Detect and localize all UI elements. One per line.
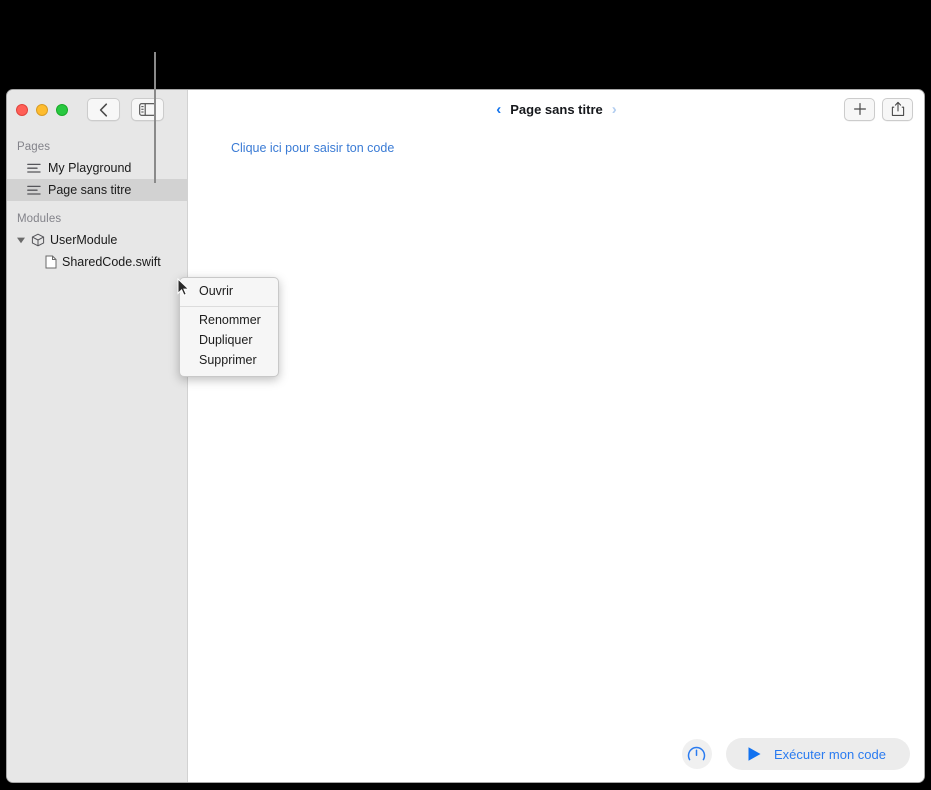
share-button[interactable] <box>882 97 913 121</box>
menu-item-supprimer[interactable]: Supprimer <box>180 351 278 371</box>
toolbar-right-actions <box>844 97 913 121</box>
document-navigator: ‹ Page sans titre › <box>189 102 924 117</box>
main-toolbar: ‹ Page sans titre › <box>189 90 924 129</box>
menu-item-dupliquer[interactable]: Dupliquer <box>180 331 278 351</box>
page-title: Page sans titre <box>510 101 603 117</box>
sidebar-toggle-button[interactable] <box>131 98 164 121</box>
speedometer-button[interactable] <box>681 739 712 769</box>
sidebar-item-label: SharedCode.swift <box>62 255 161 269</box>
menu-item-ouvrir[interactable]: Ouvrir <box>180 282 278 302</box>
speedometer-icon <box>688 746 706 760</box>
play-triangle-icon <box>748 747 761 761</box>
main-content-area: ‹ Page sans titre › Clique ici pour sais… <box>189 90 924 782</box>
cube-icon <box>31 233 45 247</box>
code-placeholder-link[interactable]: Clique ici pour saisir ton code <box>231 141 394 155</box>
sidebar-toolbar <box>7 90 187 129</box>
minimize-button[interactable] <box>36 103 48 116</box>
sidebar-item-sharedcode-swift[interactable]: SharedCode.swift <box>7 251 187 273</box>
bottom-action-bar: Exécuter mon code <box>681 738 910 770</box>
sidebar-item-my-playground[interactable]: My Playground <box>7 157 187 179</box>
sidebar-item-label: UserModule <box>50 233 118 247</box>
run-my-code-button[interactable]: Exécuter mon code <box>725 738 910 770</box>
back-button[interactable] <box>87 98 120 121</box>
add-button[interactable] <box>844 97 875 121</box>
sidebar-item-label: My Playground <box>48 161 132 175</box>
section-header-modules: Modules <box>17 213 62 225</box>
share-icon <box>891 101 904 116</box>
close-button[interactable] <box>16 103 28 116</box>
menu-item-renommer[interactable]: Renommer <box>180 311 278 331</box>
section-header-pages: Pages <box>17 141 51 153</box>
code-editor[interactable]: Clique ici pour saisir ton code <box>189 129 924 782</box>
plus-icon <box>853 103 866 115</box>
sidebar-sections: Pages My Playground Page sans titre Modu… <box>7 129 187 273</box>
app-window: Pages My Playground Page sans titre Modu… <box>6 89 925 783</box>
previous-page-button[interactable]: ‹ <box>496 102 501 117</box>
swift-file-icon <box>45 255 57 269</box>
window-controls <box>16 103 68 116</box>
page-lines-icon <box>27 185 41 195</box>
next-page-button[interactable]: › <box>612 102 617 117</box>
zoom-button[interactable] <box>56 103 68 116</box>
sidebar-section-modules: Modules UserModule SharedCode.swift <box>7 201 187 273</box>
sidebar-item-usermodule[interactable]: UserModule <box>7 229 187 251</box>
disclosure-triangle-open-icon[interactable] <box>16 235 26 245</box>
run-my-code-label: Exécuter mon code <box>773 746 886 762</box>
sidebar: Pages My Playground Page sans titre Modu… <box>7 90 188 782</box>
context-menu: Ouvrir Renommer Dupliquer Supprimer <box>179 277 279 377</box>
page-lines-icon <box>27 163 41 173</box>
sidebar-section-pages: Pages My Playground Page sans titre <box>7 138 187 201</box>
menu-separator <box>180 306 278 307</box>
sidebar-item-page-sans-titre[interactable]: Page sans titre <box>7 179 187 201</box>
callout-line <box>154 52 156 183</box>
sidebar-item-label: Page sans titre <box>48 183 132 197</box>
chevron-left-icon <box>99 102 108 117</box>
